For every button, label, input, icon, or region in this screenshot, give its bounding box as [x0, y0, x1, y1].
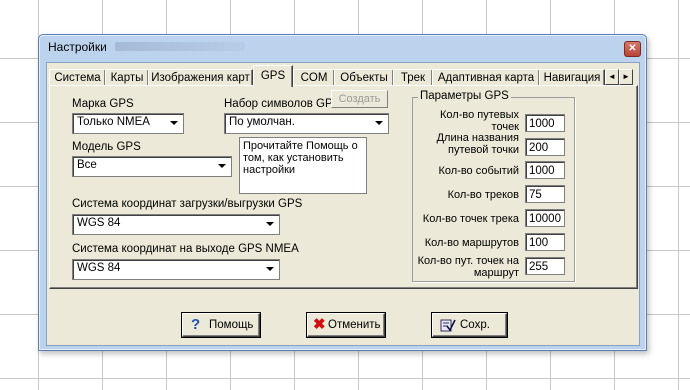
gps-params-title: Параметры GPS [418, 90, 511, 102]
save-button[interactable]: Сохр. [432, 313, 507, 337]
tab-strip: Система Карты Изображения карт GPS COM О… [49, 65, 637, 87]
tab-track[interactable]: Трек [393, 69, 433, 86]
chevron-down-icon [375, 121, 383, 125]
tracks-count-label: Кол-во треков [447, 189, 519, 201]
tab-scroll-left-icon[interactable]: ◄ [605, 69, 619, 85]
title-bar-reflection [115, 42, 245, 51]
help-hint-box: Прочитайте Помощь о том, как установить … [239, 137, 367, 194]
tab-navigation[interactable]: Навигация [539, 69, 605, 86]
gps-tab-page: Марка GPS Только NMEA Модель GPS Все Наб… [49, 85, 638, 289]
events-count-input[interactable]: 1000 [525, 161, 565, 179]
waypoints-count-label: Кол-во путевых точек [440, 109, 519, 133]
tab-system[interactable]: Система [49, 69, 106, 86]
cancel-button-label: Отменить [328, 319, 381, 331]
route-waypoints-input[interactable]: 255 [525, 257, 565, 275]
gps-brand-select[interactable]: Только NMEA [72, 113, 184, 134]
coord-io-label: Система координат загрузки/выгрузки GPS [72, 198, 303, 210]
help-button-label: Помощь [209, 319, 254, 331]
tab-scroll-right-icon[interactable]: ► [619, 69, 633, 85]
route-waypoints-label: Кол-во пут. точек на маршрут [417, 255, 519, 279]
coord-io-select[interactable]: WGS 84 [72, 214, 280, 235]
chevron-down-icon [170, 121, 178, 125]
gps-brand-value: Только NMEA [77, 116, 150, 128]
gps-model-select[interactable]: Все [72, 156, 232, 177]
events-count-label: Кол-во событий [438, 165, 519, 177]
coord-nmea-label: Система координат на выходе GPS NMEA [72, 243, 299, 255]
title-bar[interactable]: Настройки ✕ [39, 35, 646, 59]
track-points-count-input[interactable]: 10000 [525, 209, 565, 227]
coord-nmea-value: WGS 84 [77, 262, 121, 274]
gps-charset-select[interactable]: По умолчан. [224, 113, 389, 134]
dialog-client-area: Система Карты Изображения карт GPS COM О… [46, 62, 640, 346]
tab-maps[interactable]: Карты [105, 69, 149, 86]
save-checkmark-icon [440, 318, 456, 336]
waypoint-name-length-input[interactable]: 200 [525, 138, 565, 156]
waypoints-count-input[interactable]: 1000 [525, 114, 565, 132]
chevron-down-icon [266, 222, 274, 226]
coord-io-value: WGS 84 [77, 217, 121, 229]
gps-brand-label: Марка GPS [72, 98, 134, 110]
coord-nmea-select[interactable]: WGS 84 [72, 259, 280, 280]
tab-gps[interactable]: GPS [253, 65, 293, 87]
settings-window: Настройки ✕ Система Карты Изображения ка… [38, 34, 647, 351]
tracks-count-input[interactable]: 75 [525, 185, 565, 203]
gps-charset-value: По умолчан. [229, 116, 295, 128]
window-title: Настройки [48, 40, 107, 54]
waypoint-name-length-label: Длина названия путевой точки [436, 132, 519, 156]
tab-objects[interactable]: Объекты [334, 69, 394, 86]
help-button[interactable]: ? Помощь [182, 313, 260, 337]
chevron-down-icon [218, 164, 226, 168]
chevron-down-icon [266, 267, 274, 271]
tab-map-images[interactable]: Изображения карт [148, 69, 253, 86]
routes-count-label: Кол-во маршрутов [424, 237, 519, 249]
gps-model-value: Все [77, 159, 97, 171]
save-button-label: Сохр. [460, 319, 490, 331]
question-mark-icon: ? [191, 316, 201, 333]
tab-adaptive-map[interactable]: Адаптивная карта [432, 69, 540, 86]
cancel-button[interactable]: ✖ Отменить [307, 313, 385, 337]
gps-model-label: Модель GPS [72, 141, 141, 153]
red-x-icon: ✖ [313, 316, 326, 333]
create-button[interactable]: Создать [331, 90, 388, 108]
routes-count-input[interactable]: 100 [525, 233, 565, 251]
track-points-count-label: Кол-во точек трека [422, 213, 519, 225]
close-button[interactable]: ✕ [624, 41, 641, 57]
tab-com[interactable]: COM [293, 69, 335, 86]
gps-charset-label: Набор символов GPS [224, 98, 341, 110]
